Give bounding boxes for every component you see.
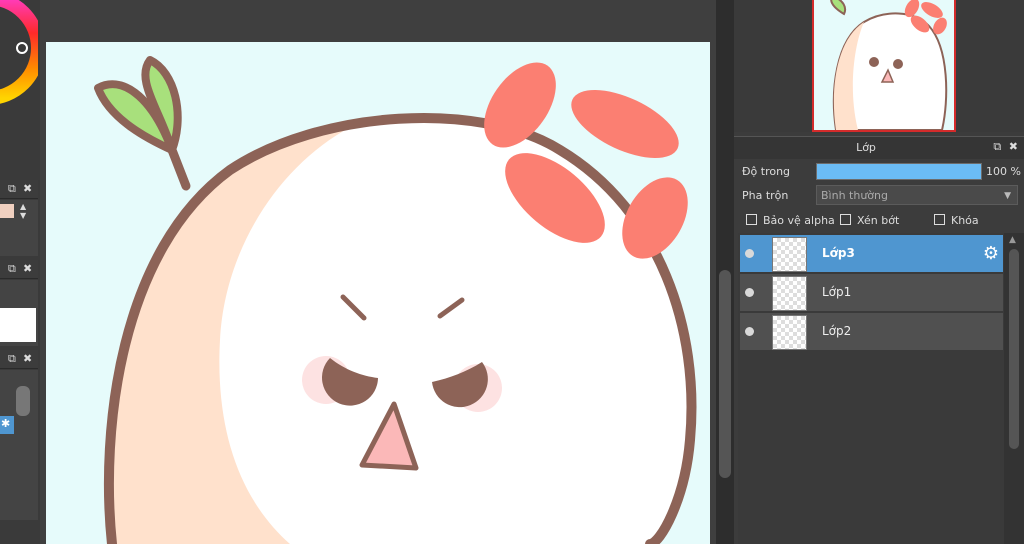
layer-row[interactable]: Lớp1 bbox=[740, 274, 1003, 312]
navigator-preview[interactable] bbox=[812, 0, 956, 132]
navigator-artwork bbox=[830, 0, 948, 130]
layer-thumbnail bbox=[772, 276, 807, 311]
clip-checkbox[interactable]: Xén bớt bbox=[840, 214, 899, 227]
chevron-down-icon: ▼ bbox=[1004, 191, 1011, 201]
left-tool-strip: ⧉ ✖ ▲ ▼ ⧉ ✖ ⧉ ✖ ✱ bbox=[0, 0, 40, 544]
drawing-canvas[interactable] bbox=[46, 42, 710, 544]
layers-list: Lớp3 ⚙ Lớp1 Lớp2 bbox=[738, 233, 1004, 544]
checkbox-box[interactable] bbox=[934, 214, 945, 225]
checkbox-box[interactable] bbox=[840, 214, 851, 225]
visibility-icon[interactable] bbox=[745, 288, 754, 297]
layer-row[interactable]: Lớp2 bbox=[740, 313, 1003, 351]
pane-header: ⧉ ✖ bbox=[0, 260, 38, 279]
layer-name: Lớp2 bbox=[822, 324, 852, 338]
close-icon[interactable]: ✖ bbox=[23, 352, 32, 365]
gear-icon[interactable]: ✱ bbox=[1, 417, 10, 430]
close-icon[interactable]: ✖ bbox=[1009, 140, 1018, 153]
opacity-slider-fill bbox=[817, 164, 981, 179]
list-pane: ✱ bbox=[0, 370, 38, 520]
color-swatch[interactable] bbox=[0, 204, 14, 218]
brush-pane bbox=[0, 280, 38, 346]
close-icon[interactable]: ✖ bbox=[23, 182, 32, 195]
gear-icon[interactable]: ⚙ bbox=[983, 243, 999, 264]
popout-icon[interactable]: ⧉ bbox=[8, 262, 16, 276]
clip-label: Xén bớt bbox=[857, 214, 900, 227]
layer-thumbnail bbox=[772, 315, 807, 350]
visibility-icon[interactable] bbox=[745, 327, 754, 336]
color-wheel[interactable] bbox=[0, 0, 38, 110]
color-wheel-handle bbox=[16, 42, 28, 54]
layer-name: Lớp1 bbox=[822, 285, 852, 299]
visibility-icon[interactable] bbox=[745, 249, 754, 258]
popout-icon[interactable]: ⧉ bbox=[8, 182, 16, 196]
blend-mode-select[interactable]: Bình thường ▼ bbox=[816, 185, 1018, 205]
layer-row[interactable]: Lớp3 ⚙ bbox=[740, 235, 1003, 273]
canvas-vertical-scrollbar[interactable] bbox=[716, 0, 734, 544]
color-pane: ▲ ▼ bbox=[0, 200, 38, 256]
layers-scrollbar[interactable]: ▲ bbox=[1004, 233, 1024, 544]
blend-mode-value: Bình thường bbox=[821, 189, 888, 202]
scroll-up-icon[interactable]: ▲ bbox=[1009, 235, 1016, 245]
artwork bbox=[94, 56, 697, 544]
protect-alpha-checkbox[interactable]: Bảo vệ alpha bbox=[746, 214, 835, 227]
pane-header: ⧉ ✖ bbox=[0, 180, 38, 199]
scroll-thumb[interactable] bbox=[16, 386, 30, 416]
checkbox-box[interactable] bbox=[746, 214, 757, 225]
scroll-thumb[interactable] bbox=[1009, 249, 1019, 449]
close-icon[interactable]: ✖ bbox=[23, 262, 32, 275]
lock-checkbox[interactable]: Khóa bbox=[934, 214, 979, 227]
spin-arrows-icon[interactable]: ▲ ▼ bbox=[20, 202, 26, 220]
layer-panel-title: Lớp bbox=[856, 141, 876, 154]
brush-preview bbox=[0, 308, 36, 342]
navigator-panel bbox=[734, 0, 1024, 132]
opacity-label: Độ trong bbox=[742, 165, 791, 178]
scroll-thumb[interactable] bbox=[719, 270, 731, 478]
blend-label: Pha trộn bbox=[742, 189, 789, 202]
selected-row[interactable]: ✱ bbox=[0, 416, 14, 434]
right-panel: Lớp ⧉ ✖ Độ trong 100 % Pha trộn Bình thư… bbox=[734, 0, 1024, 544]
layer-panel-header: Lớp ⧉ ✖ bbox=[734, 136, 1024, 159]
popout-icon[interactable]: ⧉ bbox=[8, 352, 16, 366]
popout-icon[interactable]: ⧉ bbox=[993, 140, 1001, 153]
layer-thumbnail bbox=[772, 237, 807, 272]
layer-name: Lớp3 bbox=[822, 246, 855, 260]
opacity-value: 100 % bbox=[986, 165, 1021, 178]
protect-alpha-label: Bảo vệ alpha bbox=[763, 214, 835, 227]
opacity-slider[interactable] bbox=[816, 163, 982, 180]
pane-header: ⧉ ✖ bbox=[0, 350, 38, 369]
lock-label: Khóa bbox=[951, 214, 979, 227]
